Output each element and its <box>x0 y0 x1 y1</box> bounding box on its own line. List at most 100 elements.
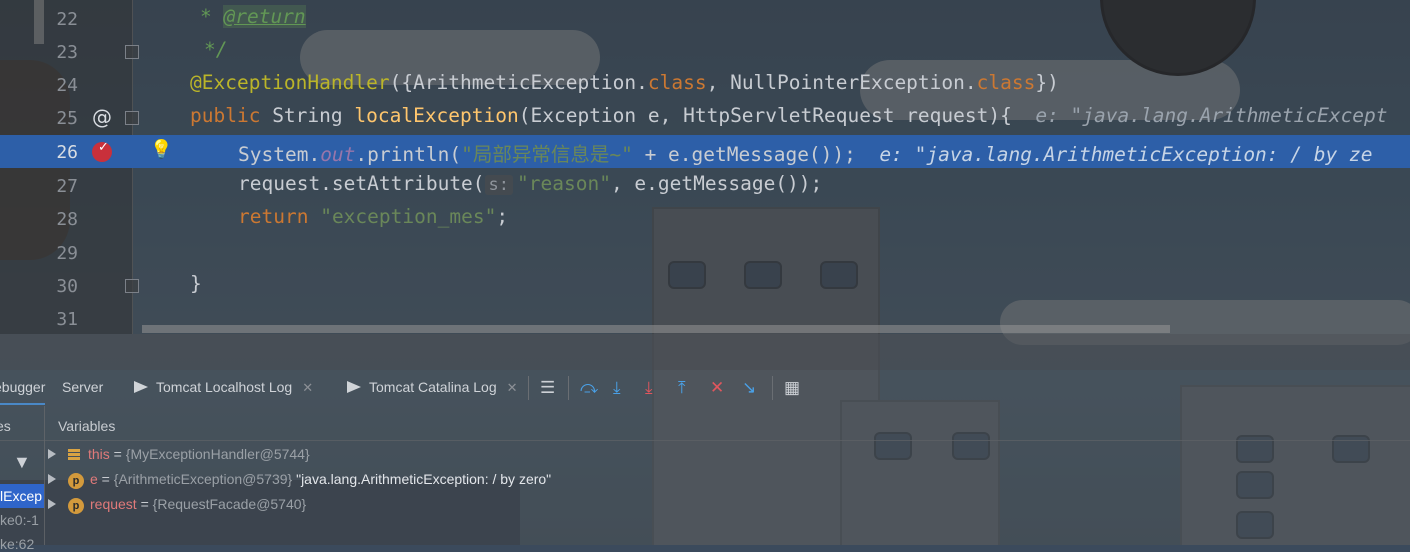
variable-name: this <box>88 446 110 462</box>
force-step-into-icon[interactable]: ⤓ <box>645 378 653 398</box>
variable-type: {RequestFacade@5740} <box>152 496 307 512</box>
toolbar-separator <box>528 376 529 400</box>
parameter-icon: p <box>68 498 84 514</box>
code-line[interactable]: 24 @ExceptionHandler({ArithmeticExceptio… <box>0 68 1410 101</box>
toolbar-separator <box>568 376 569 400</box>
line-number: 23 <box>56 42 78 63</box>
expand-arrow-icon[interactable] <box>48 499 56 509</box>
object-icon <box>68 449 80 460</box>
line-number: 29 <box>56 243 78 264</box>
fold-marker-icon[interactable] <box>125 279 139 293</box>
code-line[interactable]: 25 @ public String localException(Except… <box>0 101 1410 134</box>
frames-header: es <box>0 418 11 434</box>
step-into-icon[interactable]: ⤓ <box>613 378 621 398</box>
doc-comment: * <box>200 5 224 28</box>
filter-icon[interactable]: ▼ <box>13 452 31 473</box>
tab-debugger[interactable]: ebugger <box>0 379 46 405</box>
line-number: 26 <box>56 142 78 163</box>
code-line[interactable]: 28 return "exception_mes"; <box>0 202 1410 235</box>
code-token: ({ <box>389 71 414 94</box>
code-token: NullPointerException <box>730 71 965 94</box>
variable-type: {ArithmeticException@5739} <box>113 471 293 487</box>
equals-sign: = <box>97 471 114 487</box>
run-to-cursor-icon[interactable]: ↘ <box>742 378 756 398</box>
code-token: , e.getMessage()); <box>610 172 823 195</box>
line-number: 22 <box>56 9 78 30</box>
annotation: @ExceptionHandler <box>190 71 390 94</box>
code-editor[interactable]: 22 * @return 23 */ 24 @ExceptionHandler(… <box>0 0 1410 334</box>
stack-frame[interactable]: ke0:-1 <box>0 512 44 528</box>
code-line[interactable]: 23 */ <box>0 35 1410 68</box>
variable-row-this[interactable]: this = {MyExceptionHandler@5744} <box>46 446 310 470</box>
close-icon[interactable]: ✕ <box>507 380 518 395</box>
execution-point-line[interactable]: 26 💡 System.out.println("局部异常信息是~" + e.g… <box>0 135 1410 168</box>
line-number: 27 <box>56 176 78 197</box>
parameter-hint: s: <box>484 175 514 195</box>
pane-divider[interactable] <box>44 406 45 545</box>
tab-label: Tomcat Catalina Log <box>369 379 497 395</box>
variable-value: "java.lang.ArithmeticException: / by zer… <box>296 471 552 487</box>
code-token: , <box>706 71 731 94</box>
code-line[interactable]: 22 * @return <box>0 2 1410 35</box>
equals-sign: = <box>109 446 126 462</box>
toolbar-separator <box>772 376 773 400</box>
line-number: 25 <box>56 108 78 129</box>
keyword: class <box>647 71 707 94</box>
close-icon[interactable]: ✕ <box>302 380 313 395</box>
code-line[interactable]: 29 <box>0 236 1410 269</box>
intention-bulb-icon[interactable]: 💡 <box>150 139 172 160</box>
variable-name: request <box>90 496 137 512</box>
line-number: 30 <box>56 276 78 297</box>
code-token: ; <box>496 205 509 228</box>
fold-marker-icon[interactable] <box>125 45 139 59</box>
debug-tool-window: ebugger Server Tomcat Localhost Log ✕ Tom… <box>0 334 1410 552</box>
code-text: request.setAttribute(s: "reason", e.getMe… <box>238 172 822 195</box>
console-icon <box>134 381 148 393</box>
tab-tomcat-catalina-log[interactable]: Tomcat Catalina Log ✕ <box>347 379 518 396</box>
step-out-icon[interactable]: ⤒ <box>678 378 686 398</box>
variable-row-request[interactable]: p request = {RequestFacade@5740} <box>46 496 306 520</box>
stack-frame-selected[interactable]: lExcep <box>0 484 44 508</box>
drop-frame-icon[interactable]: ✕ <box>710 378 724 398</box>
variables-header: Variables <box>58 418 116 434</box>
stack-frame[interactable]: ke:62 <box>0 536 44 552</box>
evaluate-icon[interactable]: ▦ <box>784 378 800 398</box>
inline-debug-value: e: "java.lang.ArithmeticException: / by … <box>879 143 1373 166</box>
line-number: 24 <box>56 75 78 96</box>
line-number: 31 <box>56 309 78 330</box>
static-field: out <box>320 143 356 166</box>
fold-marker-icon[interactable] <box>125 111 139 125</box>
code-token: System. <box>238 143 321 166</box>
code-token: .println( <box>355 143 462 166</box>
layout-icon[interactable]: ☰ <box>540 378 555 398</box>
method-name: localException <box>354 104 519 127</box>
doc-tag: @return <box>223 5 306 28</box>
code-text: return "exception_mes"; <box>238 205 508 228</box>
code-token: + e.getMessage()); <box>632 143 856 166</box>
code-token: . <box>964 71 977 94</box>
variable-row-e[interactable]: pe = {ArithmeticException@5739} "java.la… <box>46 471 551 495</box>
code-line[interactable]: 27 request.setAttribute(s: "reason", e.ge… <box>0 169 1410 202</box>
expand-arrow-icon[interactable] <box>48 474 56 484</box>
implemented-method-icon[interactable]: @ <box>92 105 112 129</box>
variable-name: e <box>90 471 98 487</box>
code-text: @ExceptionHandler({ArithmeticException. c… <box>190 71 1059 94</box>
console-icon <box>347 381 361 393</box>
horizontal-scrollbar-thumb[interactable] <box>142 325 1170 333</box>
code-text: public String localException(Exception e… <box>190 104 1388 127</box>
string-literal: "reason" <box>517 172 611 195</box>
variable-type: {MyExceptionHandler@5744} <box>125 446 310 462</box>
tab-tomcat-localhost-log[interactable]: Tomcat Localhost Log ✕ <box>134 379 313 396</box>
expand-arrow-icon[interactable] <box>48 449 56 459</box>
code-line[interactable]: 30 } <box>0 269 1410 302</box>
line-number: 28 <box>56 209 78 230</box>
step-over-icon[interactable]: ⤼ <box>580 378 598 398</box>
tab-label: Tomcat Localhost Log <box>156 379 293 395</box>
code-text: */ <box>204 38 227 61</box>
breakpoint-icon[interactable] <box>92 139 112 162</box>
keyword: return <box>238 205 309 228</box>
tab-server[interactable]: Server <box>62 379 103 395</box>
code-token: ArithmeticException <box>413 71 637 94</box>
string-literal: "exception_mes" <box>320 205 497 228</box>
debug-tab-bar: ebugger Server Tomcat Localhost Log ✕ Tom… <box>0 370 1410 406</box>
